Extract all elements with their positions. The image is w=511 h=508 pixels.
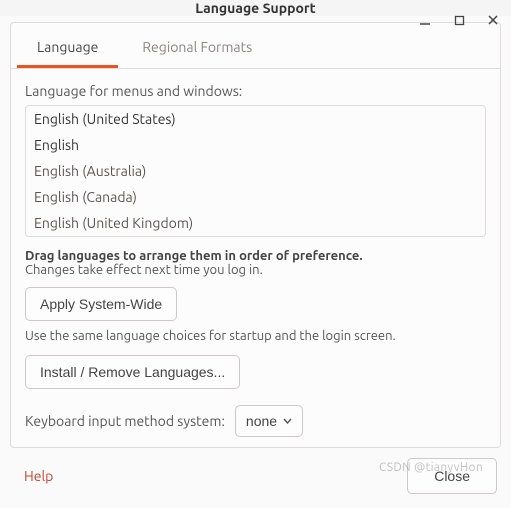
install-remove-languages-button[interactable]: Install / Remove Languages... (25, 355, 240, 389)
list-item[interactable]: English (United Kingdom) (26, 210, 485, 236)
window: Language Support Language Regional Forma… (0, 0, 511, 508)
language-pane: Language for menus and windows: English … (11, 69, 500, 447)
chevron-down-icon (283, 416, 292, 427)
tab-regional-formats[interactable]: Regional Formats (122, 29, 272, 68)
close-window-button[interactable] (485, 12, 501, 28)
login-hint: Changes take effect next time you log in… (25, 263, 486, 277)
list-item[interactable]: English (Australia) (26, 158, 485, 184)
apply-system-wide-button[interactable]: Apply System-Wide (25, 287, 177, 321)
keyboard-input-value: none (246, 413, 277, 429)
dialog-footer: Help Close (0, 448, 511, 508)
apply-note: Use the same language choices for startu… (25, 329, 486, 343)
maximize-button[interactable] (451, 12, 467, 28)
language-list[interactable]: English (United States) English English … (25, 105, 486, 237)
list-item[interactable]: English (26, 132, 485, 158)
keyboard-input-label: Keyboard input method system: (25, 413, 225, 429)
list-item[interactable]: English (Canada) (26, 184, 485, 210)
window-title: Language Support (195, 0, 315, 16)
language-list-label: Language for menus and windows: (25, 83, 486, 99)
close-button[interactable]: Close (407, 458, 497, 494)
window-controls (417, 0, 501, 40)
help-button[interactable]: Help (14, 460, 63, 492)
content-panel: Language Regional Formats Language for m… (10, 22, 501, 448)
tab-language[interactable]: Language (17, 29, 118, 68)
drag-hint: Drag languages to arrange them in order … (25, 249, 486, 263)
minimize-button[interactable] (417, 12, 433, 28)
titlebar: Language Support (0, 0, 511, 16)
keyboard-input-select[interactable]: none (235, 405, 303, 437)
list-item[interactable]: English (United States) (26, 106, 485, 132)
